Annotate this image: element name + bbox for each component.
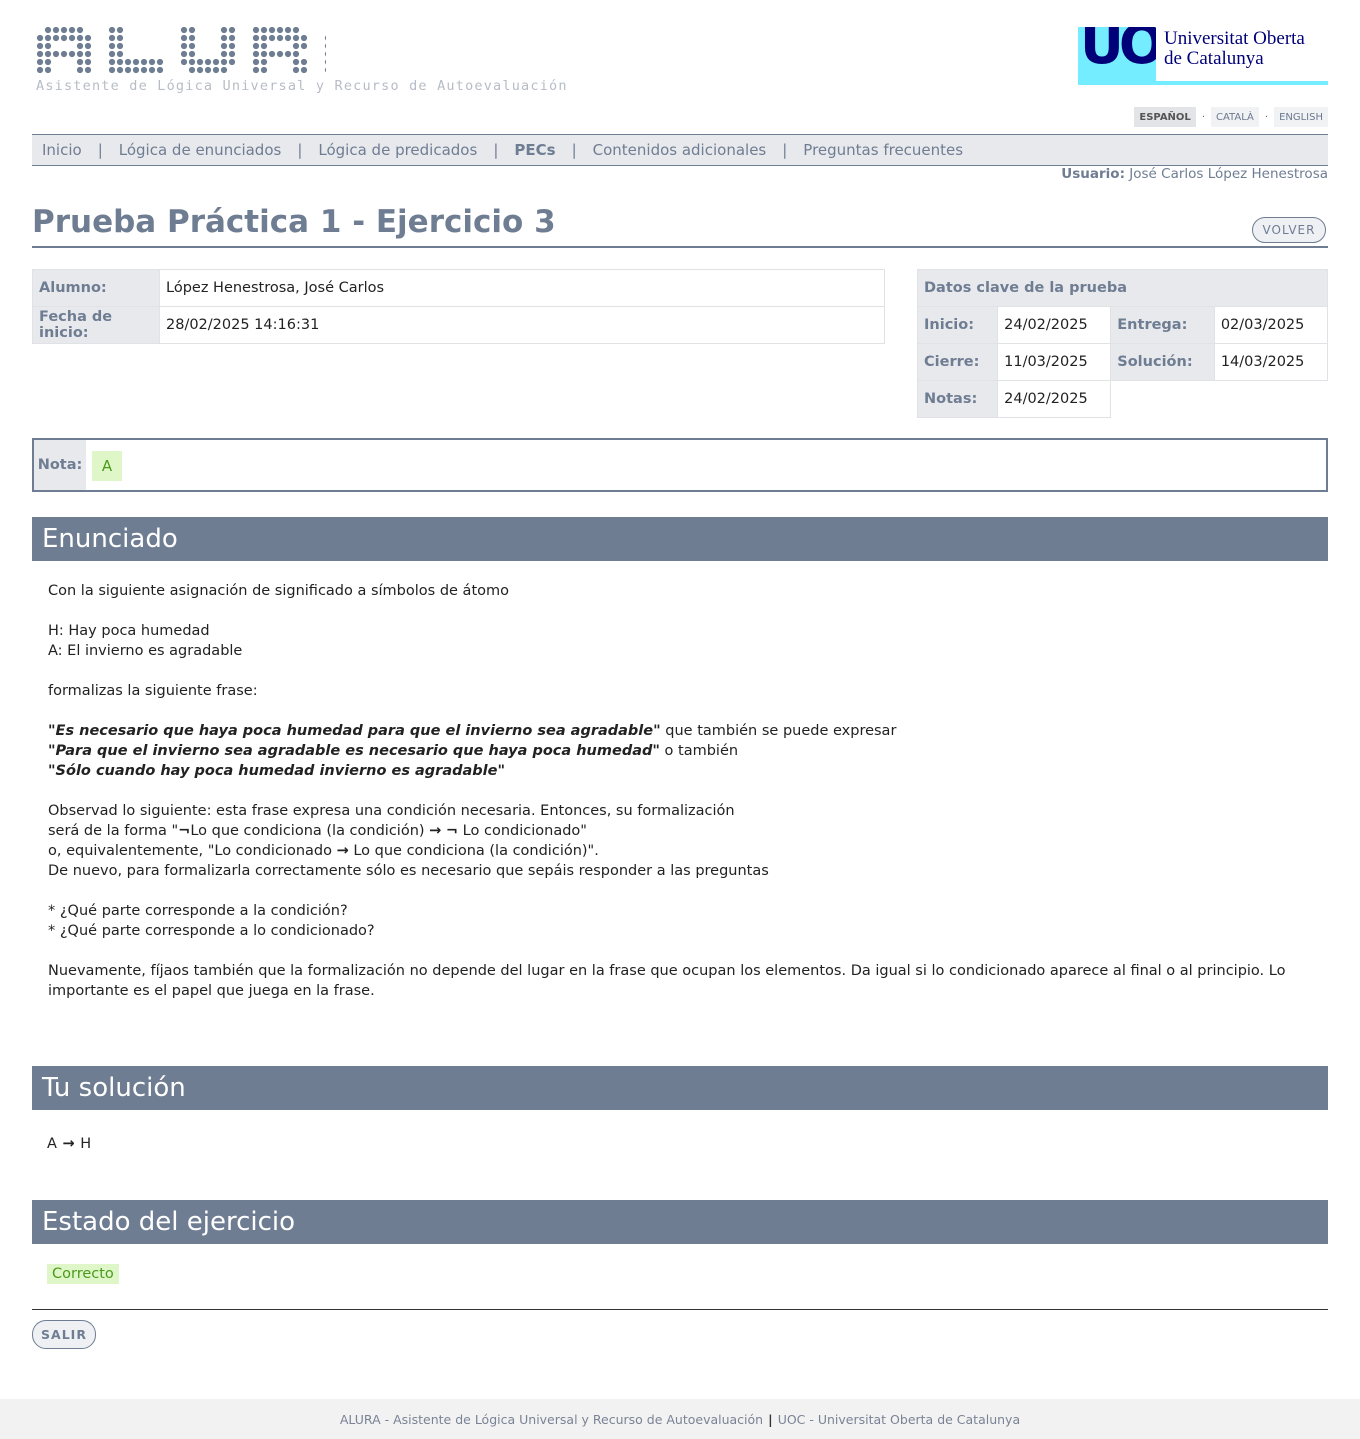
nav-contenidos-adicionales[interactable]: Contenidos adicionales bbox=[583, 141, 777, 159]
entrega-label: Entrega: bbox=[1110, 306, 1215, 344]
grade-badge: A bbox=[92, 451, 122, 481]
inicio-value: 24/02/2025 bbox=[997, 306, 1112, 344]
statement-atom-h: H: Hay poca humedad bbox=[48, 623, 210, 639]
nav-separator: | bbox=[97, 141, 103, 159]
key-dates-title: Datos clave de la prueba bbox=[917, 269, 1328, 307]
lang-english[interactable]: ENGLISH bbox=[1274, 107, 1328, 127]
statement-question-2: * ¿Qué parte corresponde a lo condiciona… bbox=[48, 923, 375, 939]
section-estado-header: Estado del ejercicio bbox=[32, 1200, 1328, 1244]
page-title: Prueba Práctica 1 - Ejercicio 3 bbox=[32, 204, 556, 240]
nav-separator: | bbox=[782, 141, 788, 159]
user-label: Usuario: bbox=[1061, 166, 1125, 182]
uoc-name: Universitat Oberta de Catalunya bbox=[1164, 28, 1305, 69]
lang-separator: · bbox=[1201, 111, 1205, 123]
statement-observation-4: De nuevo, para formalizarla correctament… bbox=[48, 863, 769, 879]
fecha-inicio-value: 28/02/2025 14:16:31 bbox=[159, 306, 885, 344]
solucion-value: 14/03/2025 bbox=[1213, 343, 1329, 381]
alura-logo bbox=[36, 26, 326, 74]
statement-formalize: formalizas la siguiente frase: bbox=[48, 683, 258, 699]
statement-quote-3: "Sólo cuando hay poca humedad invierno e… bbox=[48, 763, 506, 779]
nav-pecs[interactable]: PECs bbox=[504, 141, 565, 159]
lang-espanol[interactable]: ESPAÑOL bbox=[1134, 107, 1196, 127]
nav-logica-predicados[interactable]: Lógica de predicados bbox=[308, 141, 487, 159]
nav-logica-enunciados[interactable]: Lógica de enunciados bbox=[109, 141, 292, 159]
statement-quote-line-1: "Es necesario que haya poca humedad para… bbox=[48, 723, 897, 739]
grade-label: Nota: bbox=[34, 440, 86, 490]
statement-intro: Con la siguiente asignación de significa… bbox=[48, 583, 509, 599]
lang-catala[interactable]: CATALÀ bbox=[1211, 107, 1259, 127]
alumno-label: Alumno: bbox=[32, 269, 160, 307]
nav-preguntas-frecuentes[interactable]: Preguntas frecuentes bbox=[793, 141, 973, 159]
statement-quote-line-3: "Sólo cuando hay poca humedad invierno e… bbox=[48, 761, 1288, 781]
section-enunciado-header: Enunciado bbox=[32, 517, 1328, 561]
language-selector: ESPAÑOL · CATALÀ · ENGLISH bbox=[1134, 107, 1328, 127]
statement-observation-3: o, equivalentemente, "Lo condicionado → … bbox=[48, 843, 599, 859]
user-name: José Carlos López Henestrosa bbox=[1129, 166, 1328, 182]
cierre-value: 11/03/2025 bbox=[997, 343, 1112, 381]
statement-quote-1: "Es necesario que haya poca humedad para… bbox=[48, 723, 661, 739]
lang-separator: · bbox=[1264, 111, 1269, 123]
nav-inicio[interactable]: Inicio bbox=[32, 141, 92, 159]
statement-observation-2: será de la forma "¬Lo que condiciona (la… bbox=[48, 823, 587, 839]
fecha-inicio-label: Fecha de inicio: bbox=[32, 306, 160, 344]
user-info: Usuario: José Carlos López Henestrosa bbox=[1061, 166, 1328, 182]
user-solution: A → H bbox=[47, 1136, 91, 1152]
uoc-logo: UOC Universitat Oberta de Catalunya bbox=[1078, 27, 1328, 85]
footer: ALURA - Asistente de Lógica Universal y … bbox=[0, 1399, 1360, 1439]
grade-box: Nota: A bbox=[32, 438, 1328, 492]
solution-left: A bbox=[47, 1136, 57, 1152]
statement-text: Con la siguiente asignación de significa… bbox=[48, 581, 1288, 1001]
uoc-underline bbox=[1156, 81, 1328, 85]
student-info-table: Alumno: López Henestrosa, José Carlos Fe… bbox=[32, 269, 885, 344]
entrega-value: 02/03/2025 bbox=[1213, 306, 1329, 344]
footer-uoc-link[interactable]: UOC - Universitat Oberta de Catalunya bbox=[778, 1412, 1020, 1427]
solution-right: H bbox=[80, 1136, 92, 1152]
notas-value: 24/02/2025 bbox=[997, 380, 1112, 418]
cierre-label: Cierre: bbox=[916, 343, 999, 381]
notas-label: Notas: bbox=[916, 380, 999, 418]
alura-subtitle: Asistente de Lógica Universal y Recurso … bbox=[36, 78, 568, 94]
statement-question-1: * ¿Qué parte corresponde a la condición? bbox=[48, 903, 348, 919]
statement-quote-2: "Para que el invierno sea agradable es n… bbox=[48, 743, 660, 759]
statement-observation-1: Observad lo siguiente: esta frase expres… bbox=[48, 803, 735, 819]
nav-separator: | bbox=[297, 141, 303, 159]
key-dates-table: Datos clave de la prueba Inicio: 24/02/2… bbox=[916, 269, 1329, 418]
negation-symbol: ¬ bbox=[178, 823, 191, 839]
nav-separator: | bbox=[571, 141, 577, 159]
alumno-value: López Henestrosa, José Carlos bbox=[159, 269, 885, 307]
uoc-mark: UOC bbox=[1078, 27, 1156, 85]
footer-alura-link[interactable]: ALURA - Asistente de Lógica Universal y … bbox=[340, 1412, 763, 1427]
negation-symbol: ¬ bbox=[445, 823, 459, 839]
nav-separator: | bbox=[493, 141, 499, 159]
salir-button[interactable]: SALIR bbox=[32, 1320, 96, 1349]
solucion-label: Solución: bbox=[1110, 343, 1215, 381]
volver-button[interactable]: VOLVER bbox=[1252, 217, 1326, 243]
title-divider bbox=[32, 246, 1328, 248]
footer-separator: | bbox=[768, 1411, 773, 1427]
arrow-icon: → bbox=[336, 843, 349, 859]
status-badge: Correcto bbox=[47, 1264, 119, 1284]
statement-final: Nuevamente, fíjaos también que la formal… bbox=[48, 963, 1286, 999]
statement-quote-line-2: "Para que el invierno sea agradable es n… bbox=[48, 743, 739, 759]
arrow-icon: → bbox=[429, 823, 442, 839]
main-nav: Inicio | Lógica de enunciados | Lógica d… bbox=[32, 134, 1328, 166]
section-solucion-header: Tu solución bbox=[32, 1066, 1328, 1110]
arrow-icon: → bbox=[62, 1136, 75, 1152]
bottom-divider bbox=[32, 1309, 1328, 1310]
statement-atom-a: A: El invierno es agradable bbox=[48, 643, 243, 659]
inicio-label: Inicio: bbox=[916, 306, 999, 344]
